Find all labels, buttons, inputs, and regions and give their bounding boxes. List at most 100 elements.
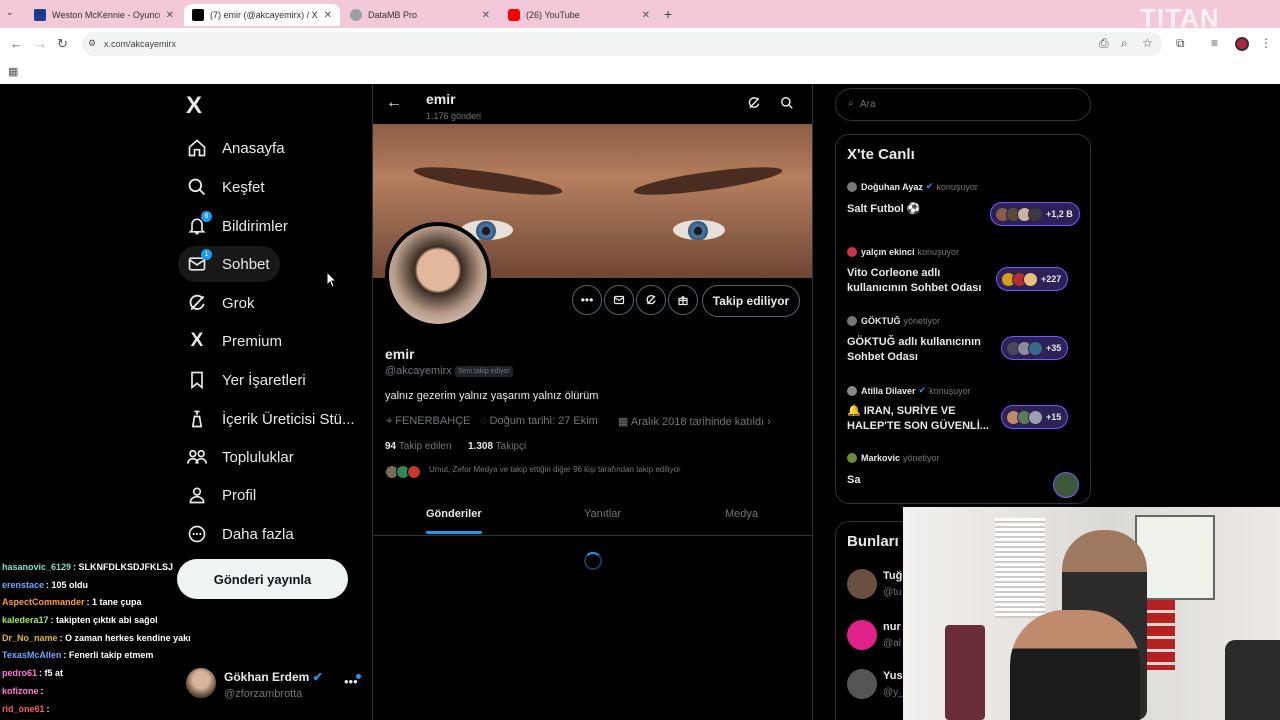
space-title[interactable]: Vito Corleone adlı kullanıcının Sohbet O…: [847, 266, 992, 296]
sidebar-item-explore[interactable]: Keşfet: [178, 169, 275, 205]
sidebar-item-home[interactable]: Anasayfa: [178, 130, 295, 166]
close-tab-icon[interactable]: ✕: [642, 10, 650, 21]
sidebar-item-notifications[interactable]: 6 Bildirimler: [178, 208, 298, 244]
space-listeners[interactable]: +1,2 B: [990, 202, 1080, 226]
suggested-user-name[interactable]: Yus: [883, 670, 903, 682]
tab-title: DataMB Pro: [368, 10, 418, 20]
forward-arrow-icon[interactable]: →: [34, 36, 47, 51]
space-title[interactable]: Salt Futbol ⚽: [847, 202, 992, 217]
listener-count: +227: [1041, 274, 1062, 284]
mutual-followers[interactable]: Umut, Zefor Medya ve takip ettiğin diğer…: [429, 465, 681, 474]
chat-text: : SLKNFDLKSDJFKLSJ: [73, 562, 174, 572]
account-switcher[interactable]: Gökhan Erdem ✔ @zforzambrotta •••: [186, 666, 366, 706]
sidebar-item-communities[interactable]: Topluluklar: [178, 439, 304, 475]
account-name-text: Gökhan Erdem: [224, 670, 310, 684]
chevron-right-icon: ›: [767, 416, 771, 428]
location-text: FENERBAHÇE: [395, 415, 471, 427]
sidebar-item-bookmarks[interactable]: Yer İşaretleri: [178, 362, 316, 398]
space-listeners[interactable]: +15: [1001, 405, 1069, 429]
chat-text: : 105 oldu: [46, 579, 89, 590]
chat-text: :: [46, 703, 50, 714]
close-tab-icon[interactable]: ✕: [324, 10, 332, 21]
sidebar-item-creator-studio[interactable]: İçerik Üreticisi Stü...: [178, 401, 365, 437]
browser-tab-4[interactable]: (26) YouTube ✕: [500, 4, 658, 26]
reload-icon[interactable]: ↻: [57, 36, 68, 52]
suggested-user-name[interactable]: nur: [883, 621, 901, 633]
apps-grid-icon[interactable]: ▦: [8, 65, 18, 78]
back-arrow-icon[interactable]: ←: [10, 36, 23, 51]
close-tab-icon[interactable]: ✕: [166, 10, 174, 21]
chat-message: kofizone:: [0, 686, 190, 704]
followers-label: Takipçi: [495, 441, 527, 452]
search-input[interactable]: ⌕ Ara: [835, 88, 1091, 121]
avatar: [847, 181, 857, 192]
verified-badge-icon: ✔: [918, 385, 927, 395]
message-icon[interactable]: [604, 285, 634, 315]
tab-media[interactable]: Medya: [725, 508, 758, 520]
chat-username: AspectCommander: [2, 597, 85, 608]
grok-icon[interactable]: [636, 285, 666, 315]
suggested-user-handle: @tu: [883, 587, 902, 598]
profile-avatar[interactable]: [385, 222, 491, 328]
close-tab-icon[interactable]: ✕: [482, 10, 490, 21]
space-listeners[interactable]: +35: [1001, 336, 1069, 360]
avatar[interactable]: [847, 569, 877, 599]
new-tab-icon[interactable]: +: [664, 6, 672, 22]
profile-joined[interactable]: ▦ Aralık 2018 tarihinde katıldı ›: [618, 415, 771, 428]
webcam-jersey: [945, 625, 985, 720]
profile-handle: @akcayemirx: [385, 365, 452, 377]
space-host-name: yalçın ekinci: [861, 247, 915, 257]
avatar: [847, 316, 857, 326]
sidebar-item-grok[interactable]: Grok: [178, 285, 265, 321]
address-bar[interactable]: x.com/akcayemirx: [82, 32, 1162, 56]
space-title[interactable]: GÖKTUĞ adlı kullanıcının Sohbet Odası: [847, 335, 992, 365]
chat-text: :: [40, 685, 44, 696]
post-button[interactable]: Gönderi yayınla: [177, 559, 348, 599]
browser-profile-avatar[interactable]: [1235, 37, 1249, 51]
suggested-user-name[interactable]: Tuğ: [883, 570, 902, 582]
account-handle: @zforzambrotta: [224, 688, 303, 700]
grok-icon[interactable]: [747, 96, 761, 113]
sidebar-item-more[interactable]: Daha fazla: [178, 516, 304, 552]
following-stat[interactable]: 94 Takip edilen: [385, 441, 452, 452]
browser-tab-1[interactable]: Weston McKennie - Oyuncu pr ✕: [26, 4, 182, 26]
avatar[interactable]: [847, 620, 877, 650]
sidebar-item-premium[interactable]: X Premium: [178, 323, 292, 359]
sidebar-item-label: İçerik Üreticisi Stü...: [222, 410, 355, 428]
tab-replies[interactable]: Yanıtlar: [584, 508, 621, 520]
extensions-icon[interactable]: ⧉: [1176, 36, 1185, 51]
back-arrow-icon[interactable]: ←: [386, 94, 402, 112]
header-name: emir: [426, 91, 456, 107]
space-host-role: yönetiyor: [903, 453, 940, 463]
gift-icon[interactable]: [668, 285, 698, 315]
more-dots-icon[interactable]: •••: [572, 285, 602, 315]
avatar[interactable]: [847, 669, 877, 699]
sidebar-item-chat[interactable]: 1 Sohbet: [178, 246, 280, 282]
space-host: Atilla Dilaver ✔ konuşuyor: [847, 385, 971, 396]
sidebar-item-profile[interactable]: Profil: [178, 477, 266, 513]
zoom-icon[interactable]: ⌕: [1121, 36, 1128, 51]
avatar[interactable]: [1053, 472, 1079, 498]
space-listeners[interactable]: +227: [996, 267, 1069, 291]
followers-stat[interactable]: 1.308 Takipçi: [468, 441, 526, 452]
sidebar-item-label: Daha fazla: [222, 525, 294, 543]
following-button[interactable]: Takip ediliyor: [702, 285, 800, 317]
search-icon[interactable]: [780, 96, 794, 113]
x-logo-icon[interactable]: X: [186, 92, 202, 120]
tab-favicon-icon: [350, 9, 362, 21]
install-icon[interactable]: ⎙: [1099, 36, 1109, 51]
site-info-icon[interactable]: ⚙: [88, 38, 96, 49]
media-icon[interactable]: ≡: [1211, 36, 1218, 50]
tab-posts[interactable]: Gönderiler: [426, 508, 482, 520]
star-icon[interactable]: ☆: [1142, 36, 1153, 50]
space-title[interactable]: Sa: [847, 473, 992, 488]
browser-tab-3[interactable]: DataMB Pro ✕: [342, 4, 498, 26]
banner-brow-right: [632, 161, 784, 201]
kebab-menu-icon[interactable]: ⋮: [1260, 36, 1272, 50]
creator-studio-icon: [186, 408, 208, 430]
url-text: x.com/akcayemirx: [104, 39, 177, 49]
tab-search-icon[interactable]: ⌄: [6, 7, 14, 18]
browser-tab-2[interactable]: (7) emir (@akcayemirx) / X ✕: [184, 4, 340, 26]
chat-text: : f5 at: [39, 668, 64, 679]
space-title[interactable]: 🔔 IRAN, SURİYE VE HALEP'TE SON GÜVENLİ..…: [847, 404, 992, 434]
